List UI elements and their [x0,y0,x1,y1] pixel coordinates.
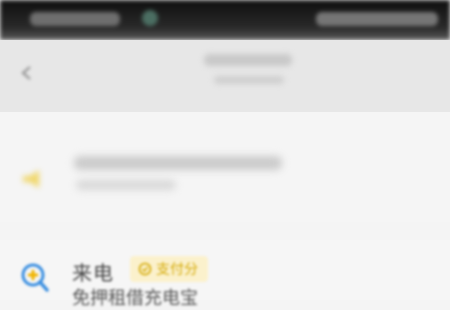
service-card[interactable]: 来电 支付分 免押租借充电宝 [0,240,450,309]
page-title [204,54,292,66]
payment-score-icon [138,262,152,276]
page-subtitle [214,76,284,84]
notification-icon [142,10,158,26]
payment-score-badge: 支付分 [130,256,208,282]
search-plus-icon [21,263,49,292]
banner-headline [74,156,282,170]
service-name: 来电 [72,261,114,285]
status-bar [0,0,450,40]
service-description: 免押租借充电宝 [72,288,198,309]
megaphone-icon [23,170,39,188]
banner-subline [76,180,176,190]
status-bar-indicators [316,12,438,26]
notice-banner[interactable] [0,112,450,222]
status-bar-time [30,12,120,26]
navigation-bar [0,40,450,112]
back-arrow-icon[interactable] [18,64,36,82]
badge-label: 支付分 [156,262,198,278]
